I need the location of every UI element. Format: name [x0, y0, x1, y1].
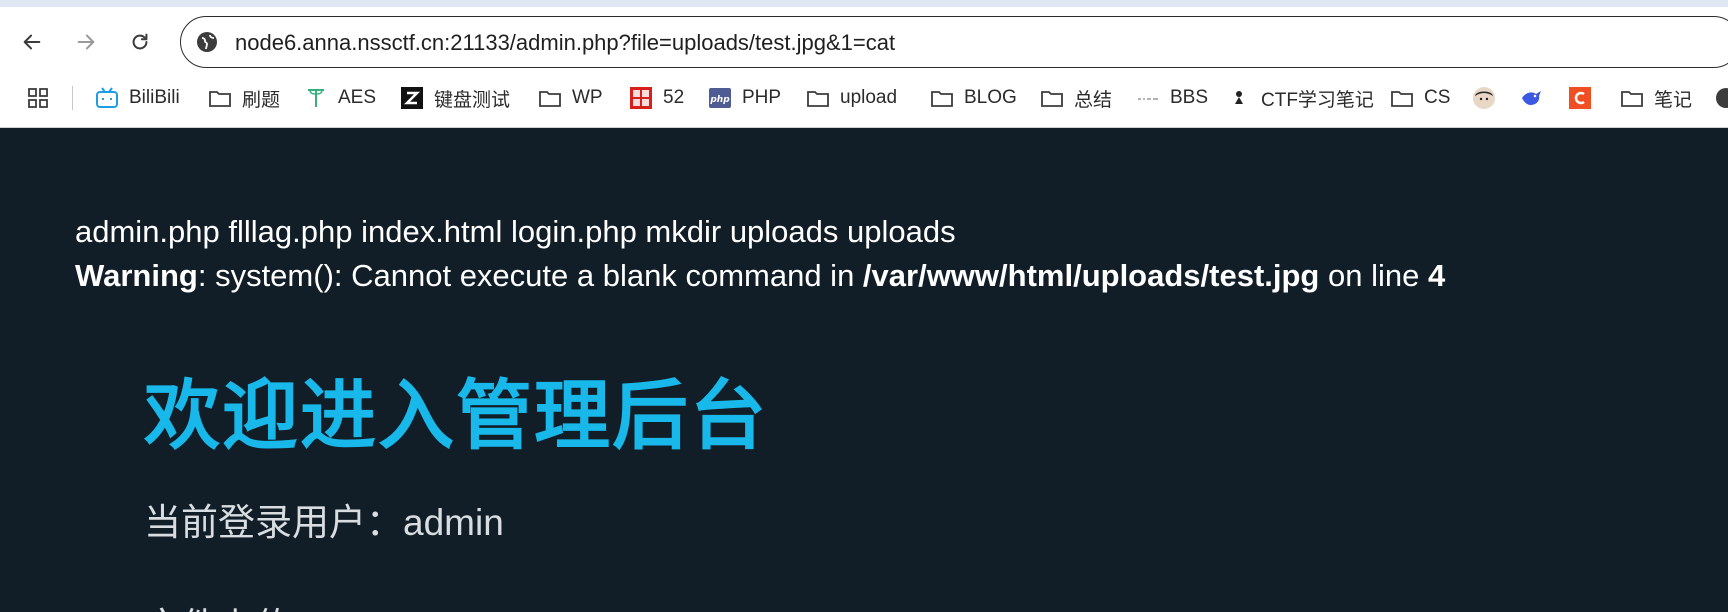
browser-chrome: node6.anna.nssctf.cn:21133/admin.php?fil… [0, 0, 1728, 128]
url-text[interactable]: node6.anna.nssctf.cn:21133/admin.php?fil… [235, 30, 895, 56]
warning-path: /var/www/html/uploads/test.jpg [862, 258, 1320, 293]
bookmark-php[interactable]: php PHP [708, 80, 781, 116]
bookmark-bbs[interactable]: BBS [1136, 80, 1208, 116]
forward-button[interactable] [72, 28, 100, 56]
bookmark-label: CS [1424, 87, 1451, 108]
c-logo-icon [1568, 86, 1592, 110]
next-section-heading: 文件上传 [144, 596, 292, 612]
page-title: 欢迎进入管理后台 [144, 374, 768, 459]
bookmark-cs[interactable]: CS [1390, 80, 1450, 116]
bookmark-label: 键盘测试 [434, 89, 511, 111]
globe-icon [1714, 86, 1728, 110]
bookmark-ctf-notes[interactable]: CTF学习笔记 [1227, 80, 1374, 116]
bookmark-52[interactable]: 52 [629, 80, 684, 116]
arrow-left-icon [23, 34, 41, 50]
bookmark-label: BBS [1170, 87, 1209, 108]
tab-strip-edge [0, 0, 1728, 7]
bookmarks-divider [72, 86, 73, 110]
warning-message: : system(): Cannot execute a blank comma… [197, 258, 863, 293]
page-content: admin.php flllag.php index.html login.ph… [0, 128, 1728, 612]
bookmark-c[interactable] [1568, 80, 1602, 116]
bookmark-label: 笔记 [1654, 89, 1693, 111]
bookmark-label: CTF学习笔记 [1261, 89, 1374, 111]
bookmarks-bar: BiliBili 刷题 AES 键盘测试 WP 52 php PHP uploa… [0, 80, 1728, 116]
apps-grid-icon [26, 86, 50, 110]
bookmark-label: upload [840, 87, 898, 108]
command-output: admin.php flllag.php index.html login.ph… [75, 214, 956, 249]
bookmark-blog[interactable]: BLOG [930, 80, 1017, 116]
folder-icon [930, 86, 954, 110]
warning-line-number: 4 [1427, 258, 1446, 293]
bookmark-keyboard-test[interactable]: 键盘测试 [400, 80, 510, 116]
warning-label: Warning [75, 258, 198, 293]
folder-icon [538, 86, 562, 110]
folder-icon [1040, 86, 1064, 110]
avatar-icon [1472, 86, 1496, 110]
folder-icon [1390, 86, 1414, 110]
52pojie-icon [629, 86, 653, 110]
t-logo-icon [304, 86, 328, 110]
bookmark-label: 52 [663, 87, 685, 108]
php-icon: php [708, 86, 732, 110]
folder-icon [208, 86, 232, 110]
bookmark-label: AES [338, 87, 377, 108]
reload-button[interactable] [126, 28, 154, 56]
current-user: 当前登录用户：admin [144, 502, 504, 543]
ctf-icon [1227, 86, 1251, 110]
bookmark-label: 刷题 [242, 89, 281, 111]
back-button[interactable] [18, 28, 46, 56]
folder-icon [1620, 86, 1644, 110]
bookmark-notes[interactable]: 笔记 [1620, 80, 1692, 116]
bookmark-zongjie[interactable]: 总结 [1040, 80, 1112, 116]
bird-icon [1520, 86, 1544, 110]
address-bar[interactable]: node6.anna.nssctf.cn:21133/admin.php?fil… [180, 16, 1728, 68]
bookmark-shuati[interactable]: 刷题 [208, 80, 280, 116]
bookmark-label: 总结 [1074, 89, 1113, 111]
bookmark-overflow[interactable] [1714, 80, 1728, 116]
bookmark-avatar[interactable] [1472, 80, 1506, 116]
warning-on-line: on line [1319, 258, 1428, 293]
bookmark-label: WP [572, 87, 603, 108]
bookmark-bird[interactable] [1520, 80, 1554, 116]
bbs-icon [1136, 86, 1160, 110]
php-warning: Warning: system(): Cannot execute a blan… [75, 254, 1445, 298]
svg-text:php: php [709, 95, 730, 105]
reload-icon [132, 33, 148, 50]
bookmark-label: PHP [742, 87, 782, 108]
bookmark-bilibili[interactable]: BiliBili [95, 80, 180, 116]
bookmark-aes[interactable]: AES [304, 80, 376, 116]
bookmark-wp[interactable]: WP [538, 80, 603, 116]
bilibili-icon [95, 86, 119, 110]
bookmark-label: BiliBili [129, 87, 180, 108]
arrow-right-icon [77, 34, 95, 50]
apps-button[interactable] [26, 80, 60, 116]
bookmark-label: BLOG [964, 87, 1017, 108]
folder-icon [806, 86, 830, 110]
site-info-icon[interactable] [195, 30, 219, 54]
bookmark-upload[interactable]: upload [806, 80, 897, 116]
z-logo-icon [400, 86, 424, 110]
